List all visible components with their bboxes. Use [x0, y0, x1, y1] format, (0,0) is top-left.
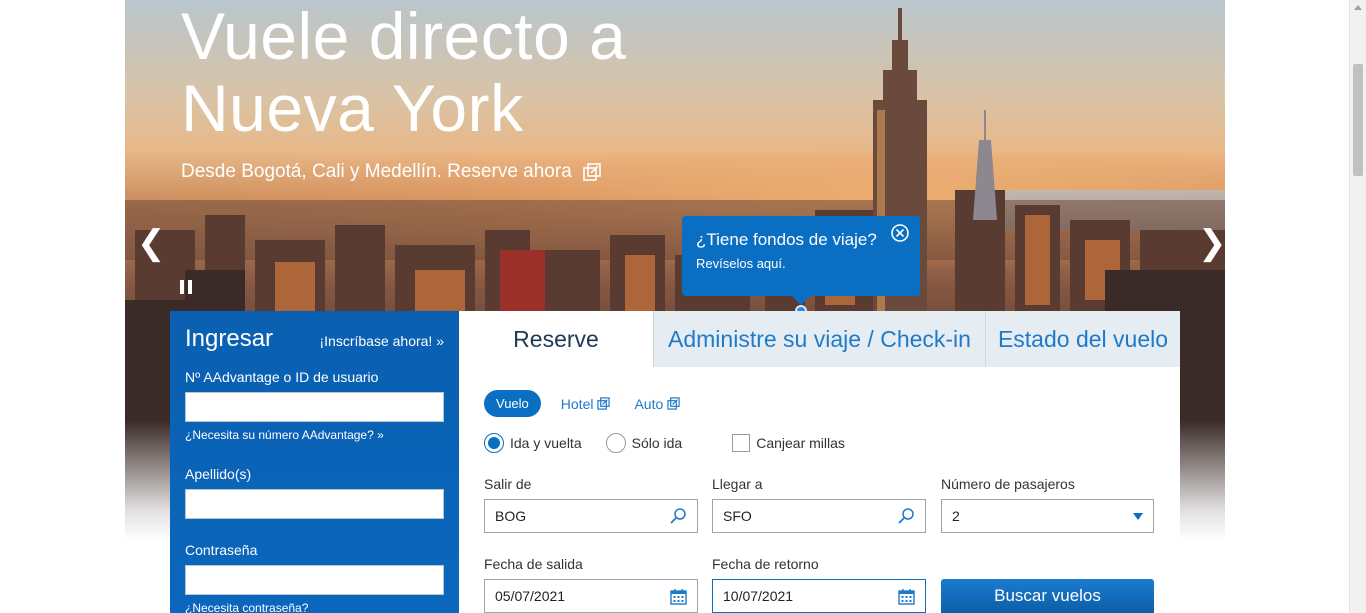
search-icon[interactable]: [669, 507, 687, 525]
login-panel: Ingresar ¡Inscríbase ahora! » Nº AAdvant…: [170, 311, 459, 613]
tab-reserve[interactable]: Reserve: [459, 311, 653, 367]
password-input[interactable]: [185, 565, 444, 595]
join-now-link[interactable]: ¡Inscríbase ahora! »: [319, 333, 444, 349]
return-date-value: 10/07/2021: [723, 588, 794, 604]
tooltip-pointer: [792, 296, 810, 305]
oneway-label[interactable]: Sólo ida: [632, 435, 683, 451]
trip-options: Ida y vuelta Sólo ida Canjear millas: [484, 433, 845, 453]
chevron-down-icon: [1133, 512, 1143, 520]
passengers-select[interactable]: 2: [941, 499, 1154, 533]
aadvantage-help-link[interactable]: ¿Necesita su número AAdvantage? »: [185, 428, 444, 442]
close-icon[interactable]: [890, 223, 910, 243]
carousel-pause-icon[interactable]: [180, 280, 192, 294]
passengers-label: Número de pasajeros: [941, 476, 1075, 492]
tooltip-title: ¿Tiene fondos de viaje?: [696, 230, 877, 249]
redeem-miles-checkbox[interactable]: [732, 434, 751, 452]
password-label: Contraseña: [185, 542, 258, 558]
tooltip-subtitle[interactable]: Revíselos aquí.: [696, 256, 906, 271]
hero-title: Vuele directo a Nueva York: [181, 0, 627, 145]
booking-panel: Reserve Administre su viaje / Check-in E…: [459, 311, 1180, 613]
depart-date-label: Fecha de salida: [484, 556, 583, 572]
external-link-icon: [667, 397, 680, 410]
carousel-prev-arrow[interactable]: ❮: [137, 226, 166, 260]
to-value: SFO: [723, 508, 752, 524]
depart-date-value: 05/07/2021: [495, 588, 566, 604]
passengers-value: 2: [952, 508, 960, 524]
return-date-label: Fecha de retorno: [712, 556, 819, 572]
to-label: Llegar a: [712, 476, 763, 492]
travel-funds-tooltip[interactable]: ¿Tiene fondos de viaje? Revíselos aquí.: [682, 216, 920, 305]
to-input[interactable]: SFO: [712, 499, 926, 533]
trip-type-selector: Vuelo Hotel Auto: [484, 390, 680, 417]
hero-subtitle: Desde Bogotá, Cali y Medellín. Reserve a…: [181, 161, 572, 182]
auto-link[interactable]: Auto: [634, 396, 680, 412]
hero-subtitle-link[interactable]: Desde Bogotá, Cali y Medellín. Reserve a…: [181, 161, 602, 183]
password-help-link[interactable]: ¿Necesita contraseña?: [185, 601, 444, 613]
lastname-label: Apellido(s): [185, 466, 252, 482]
tab-flight-status[interactable]: Estado del vuelo: [985, 311, 1180, 367]
scrollbar-thumb[interactable]: [1353, 64, 1363, 176]
search-icon[interactable]: [897, 507, 915, 525]
aadvantage-input[interactable]: [185, 392, 444, 422]
roundtrip-radio[interactable]: [484, 433, 504, 453]
calendar-icon[interactable]: [898, 588, 915, 605]
redeem-miles-label[interactable]: Canjear millas: [756, 435, 845, 451]
booking-tabs: Reserve Administre su viaje / Check-in E…: [459, 311, 1180, 367]
from-label: Salir de: [484, 476, 532, 492]
search-flights-button[interactable]: Buscar vuelos: [941, 579, 1154, 613]
login-title: Ingresar: [185, 325, 274, 352]
lastname-input[interactable]: [185, 489, 444, 519]
vuelo-pill[interactable]: Vuelo: [484, 390, 541, 417]
from-input[interactable]: BOG: [484, 499, 698, 533]
login-header: Ingresar ¡Inscríbase ahora! »: [185, 325, 444, 353]
from-value: BOG: [495, 508, 527, 524]
oneway-radio[interactable]: [605, 433, 626, 453]
depart-date-input[interactable]: 05/07/2021: [484, 579, 698, 613]
external-link-icon: [597, 397, 611, 410]
vertical-scrollbar[interactable]: [1349, 0, 1366, 613]
calendar-icon[interactable]: [670, 588, 687, 605]
scroll-up-arrow-icon[interactable]: [1354, 5, 1362, 10]
external-link-icon: [582, 163, 601, 181]
roundtrip-label[interactable]: Ida y vuelta: [510, 435, 582, 451]
auto-label: Auto: [634, 395, 664, 412]
hotel-link[interactable]: Hotel: [561, 396, 611, 412]
hotel-label: Hotel: [560, 395, 594, 412]
return-date-input[interactable]: 10/07/2021: [712, 579, 926, 613]
aadvantage-label: Nº AAdvantage o ID de usuario: [185, 369, 379, 385]
carousel-next-arrow[interactable]: ❯: [1198, 226, 1225, 260]
tab-manage-trip[interactable]: Administre su viaje / Check-in: [653, 311, 985, 367]
page: Vuele directo a Nueva York Desde Bogotá,…: [0, 0, 1349, 613]
